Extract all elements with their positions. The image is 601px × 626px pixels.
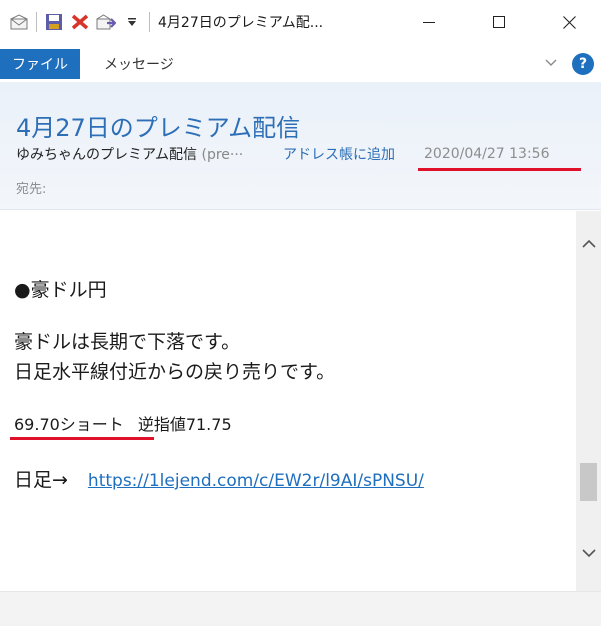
chevron-down-icon[interactable]: [542, 54, 560, 72]
sender-name: ゆみちゃんのプレミアム配信: [16, 147, 198, 163]
body-line-chart: 日足→ https://1lejend.com/c/EW2r/l9AI/sPNSU…: [14, 465, 424, 492]
daily-chart-label: 日足→: [14, 469, 68, 491]
tab-message[interactable]: メッセージ: [104, 49, 174, 79]
vertical-scrollbar[interactable]: [576, 211, 601, 591]
sender: ゆみちゃんのプレミアム配信 (pre···: [16, 144, 243, 164]
tab-file[interactable]: ファイル: [0, 49, 80, 79]
ribbon: ファイル メッセージ ?: [0, 44, 601, 82]
scroll-up-icon[interactable]: [576, 231, 601, 255]
maximize-button[interactable]: [468, 0, 530, 44]
message-header: 4月27日のプレミアム配信 ゆみちゃんのプレミアム配信 (pre··· アドレス…: [0, 82, 601, 210]
short-highlight-underline: [10, 437, 154, 440]
delete-icon[interactable]: [69, 11, 91, 33]
toolbar-separator: [149, 12, 150, 32]
toolbar-separator: [36, 12, 37, 32]
maximize-icon: [493, 16, 505, 28]
message-body: ●豪ドル円 豪ドルは長期で下落です。 日足水平線付近からの戻り売りです。 69.…: [0, 211, 576, 591]
scroll-down-icon[interactable]: [576, 541, 601, 565]
dropdown-icon[interactable]: [121, 11, 143, 33]
body-line-strategy: 日足水平線付近からの戻り売りです。: [14, 361, 336, 383]
message-subject: 4月27日のプレミアム配信: [16, 114, 301, 142]
forward-icon[interactable]: [95, 11, 117, 33]
body-line-pair: ●豪ドル円: [14, 279, 107, 301]
chart-link[interactable]: https://1lejend.com/c/EW2r/l9AI/sPNSU/: [88, 471, 424, 491]
mail-icon: [8, 11, 30, 33]
stop-loss: 逆指値71.75: [137, 415, 232, 434]
body-line-trend: 豪ドルは長期で下落です。: [14, 331, 241, 353]
save-icon[interactable]: [43, 11, 65, 33]
close-icon: [562, 15, 576, 29]
help-icon[interactable]: ?: [572, 53, 594, 75]
message-date: 2020/04/27 13:56: [424, 146, 550, 162]
minimize-button[interactable]: [398, 0, 460, 44]
minimize-icon: [423, 22, 435, 23]
window-title: 4月27日のプレミアム配...: [158, 15, 324, 31]
close-button[interactable]: [538, 0, 600, 44]
body-line-entry: 69.70ショート 逆指値71.75: [14, 411, 232, 435]
footer-bar: [0, 591, 601, 626]
quick-access-toolbar: 4月27日のプレミアム配...: [8, 11, 323, 33]
date-highlight-underline: [418, 168, 581, 171]
title-bar: 4月27日のプレミアム配...: [0, 0, 601, 44]
sender-address-truncated: (pre···: [197, 147, 244, 163]
add-to-address-book-link[interactable]: アドレス帳に追加: [283, 144, 395, 164]
scrollbar-thumb[interactable]: [580, 463, 597, 501]
short-entry: 69.70ショート: [14, 415, 124, 434]
to-label: 宛先:: [16, 182, 47, 197]
